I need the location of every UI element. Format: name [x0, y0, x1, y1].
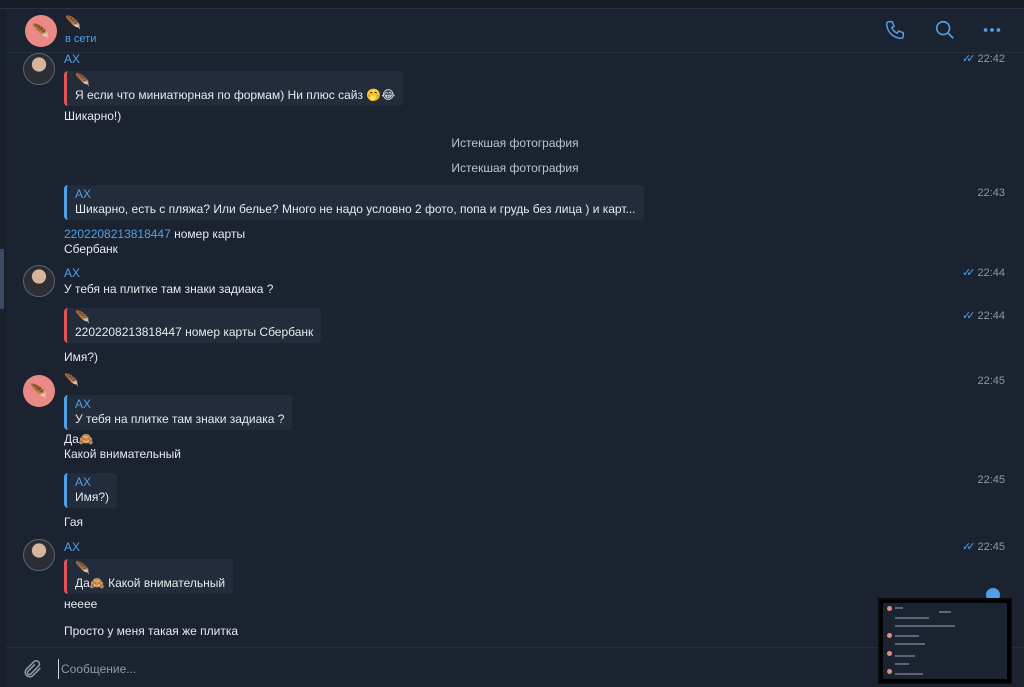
chat-header[interactable]: 🪶 🪶 в сети: [6, 9, 1024, 53]
reply-text: 2202208213818447 номер карты Сбербанк: [75, 325, 314, 339]
read-checks-icon: ✓✓: [962, 310, 976, 322]
thumb-line: [895, 625, 955, 627]
thumbnail-preview: [883, 603, 1007, 679]
message-text: Просто у меня такая же плитка: [64, 624, 239, 638]
chat-avatar[interactable]: 🪶: [25, 15, 57, 47]
reply-quote[interactable]: 🪶 2202208213818447 номер карты Сбербанк: [64, 308, 322, 343]
message-text: нееее: [64, 597, 98, 611]
avatar[interactable]: [23, 539, 55, 571]
reply-text: Имя?): [75, 490, 110, 504]
thumb-line: [895, 673, 923, 675]
message-text: 2202208213818447 номер карты: [64, 227, 245, 241]
message-text: Сбербанк: [64, 242, 118, 256]
thumb-line: [895, 617, 929, 619]
thumb-line: [939, 611, 951, 613]
avatar[interactable]: [23, 265, 55, 297]
reply-sender: 🪶: [75, 561, 90, 575]
card-number-link[interactable]: 2202208213818447: [64, 227, 171, 241]
selected-chat-indicator: [0, 249, 4, 309]
reply-sender: AX: [75, 187, 92, 201]
window-top-strip: [0, 0, 1024, 9]
message-input[interactable]: [58, 659, 858, 679]
screenshot-thumbnail[interactable]: [878, 598, 1012, 684]
message-list[interactable]: AX ✓✓ 22:42 🪶 Я если что миниатюрная по ф…: [6, 52, 1024, 647]
message-time: ✓✓ 22:44: [962, 309, 1005, 323]
message-time: 22:45: [977, 375, 1005, 387]
read-checks-icon: ✓✓: [962, 267, 976, 279]
reply-quote[interactable]: AX Шикарно, есть с пляжа? Или белье? Мно…: [64, 185, 644, 220]
thumb-line: [895, 655, 915, 657]
reply-sender: AX: [75, 397, 92, 411]
reply-text: Я если что миниатюрная по формам) Ни плю…: [75, 88, 396, 102]
message-sender[interactable]: AX: [64, 52, 80, 66]
avatar[interactable]: [23, 53, 55, 85]
message-time: ✓✓ 22:44: [962, 266, 1005, 280]
attach-icon[interactable]: [22, 658, 44, 680]
phone-icon[interactable]: [884, 19, 906, 41]
service-message[interactable]: Истекшая фотография: [6, 161, 1024, 175]
message-sender[interactable]: 🪶: [64, 373, 79, 387]
message-time: 22:45: [977, 474, 1005, 486]
message-text: Имя?): [64, 350, 99, 364]
thumb-line: [895, 643, 925, 645]
message-text: Гая: [64, 515, 83, 529]
message-sender[interactable]: AX: [64, 266, 80, 280]
message-time: 22:43: [977, 187, 1005, 199]
message-text: Какой внимательный: [64, 447, 181, 461]
reply-sender: AX: [75, 475, 92, 489]
search-icon[interactable]: [934, 19, 956, 41]
service-message[interactable]: Истекшая фотография: [6, 136, 1024, 150]
thumb-line: [895, 607, 903, 609]
thumb-line: [895, 635, 919, 637]
read-checks-icon: ✓✓: [962, 53, 976, 65]
reply-text: Шикарно, есть с пляжа? Или белье? Много …: [75, 202, 636, 216]
more-icon[interactable]: [981, 19, 1003, 41]
chat-status: в сети: [65, 33, 97, 45]
read-checks-icon: ✓✓: [962, 541, 976, 553]
thumb-avatar: [887, 606, 892, 611]
thumb-avatar: [887, 633, 892, 638]
reply-text: Да🙈 Какой внимательный: [75, 576, 226, 590]
reply-quote[interactable]: AX Имя?): [64, 473, 118, 508]
message-text-part: номер карты: [170, 227, 246, 241]
avatar[interactable]: 🪶: [23, 375, 55, 407]
thumb-avatar: [887, 651, 892, 656]
reply-quote[interactable]: 🪶 Я если что миниатюрная по формам) Ни п…: [64, 71, 404, 106]
reply-text: У тебя на плитке там знаки задиака ?: [75, 412, 285, 426]
reply-sender: 🪶: [75, 73, 90, 87]
message-text: Да🙈: [64, 432, 94, 446]
composer: [6, 647, 1024, 687]
reply-quote[interactable]: 🪶 Да🙈 Какой внимательный: [64, 559, 234, 594]
message-text: Шикарно!): [64, 109, 122, 123]
message-sender[interactable]: AX: [64, 540, 80, 554]
thumb-line: [895, 663, 909, 665]
chat-title[interactable]: 🪶: [65, 15, 81, 31]
thumb-avatar: [887, 669, 892, 674]
message-time: ✓✓ 22:45: [962, 540, 1005, 554]
reply-quote[interactable]: AX У тебя на плитке там знаки задиака ?: [64, 395, 293, 430]
reply-sender: 🪶: [75, 310, 90, 324]
message-time: ✓✓ 22:42: [962, 52, 1005, 66]
message-text: У тебя на плитке там знаки задиака ?: [64, 282, 274, 296]
